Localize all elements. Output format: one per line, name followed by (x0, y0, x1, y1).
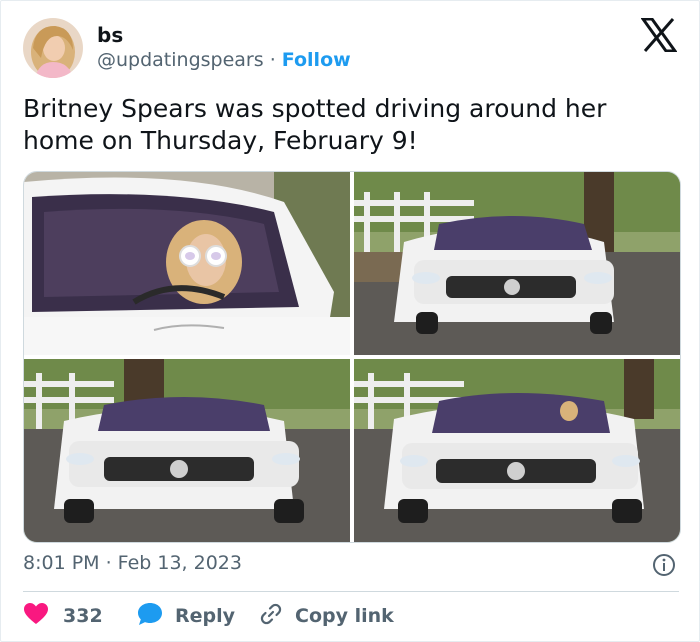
heart-icon (23, 602, 49, 630)
media-photo-1[interactable] (24, 172, 350, 355)
divider (23, 591, 679, 592)
copy-link-button[interactable]: Copy link (259, 601, 394, 631)
follow-button[interactable]: Follow (282, 49, 351, 71)
reply-button[interactable]: Reply (137, 601, 235, 631)
author-name[interactable]: bs (97, 23, 123, 47)
reply-bubble-icon (137, 602, 163, 630)
tweet-timestamp[interactable]: 8:01 PM · Feb 13, 2023 (23, 552, 242, 574)
avatar[interactable] (23, 18, 83, 78)
author-handle-row: @updatingspears · Follow (97, 49, 351, 71)
info-icon[interactable] (652, 553, 676, 577)
tweet-card: bs @updatingspears · Follow Britney Spea… (0, 0, 700, 642)
reply-label: Reply (175, 605, 236, 627)
tweet-text: Britney Spears was spotted driving aroun… (23, 94, 607, 155)
separator-dot: · (269, 49, 276, 71)
link-icon (259, 602, 283, 630)
like-count: 332 (63, 605, 103, 627)
media-photo-3[interactable] (24, 359, 350, 542)
author-handle[interactable]: @updatingspears (97, 49, 264, 71)
media-photo-2[interactable] (354, 172, 680, 355)
copy-link-label: Copy link (295, 605, 394, 627)
media-grid (23, 171, 681, 543)
x-logo-icon[interactable] (640, 17, 678, 53)
media-photo-4[interactable] (354, 359, 680, 542)
like-button[interactable]: 332 (23, 601, 103, 631)
